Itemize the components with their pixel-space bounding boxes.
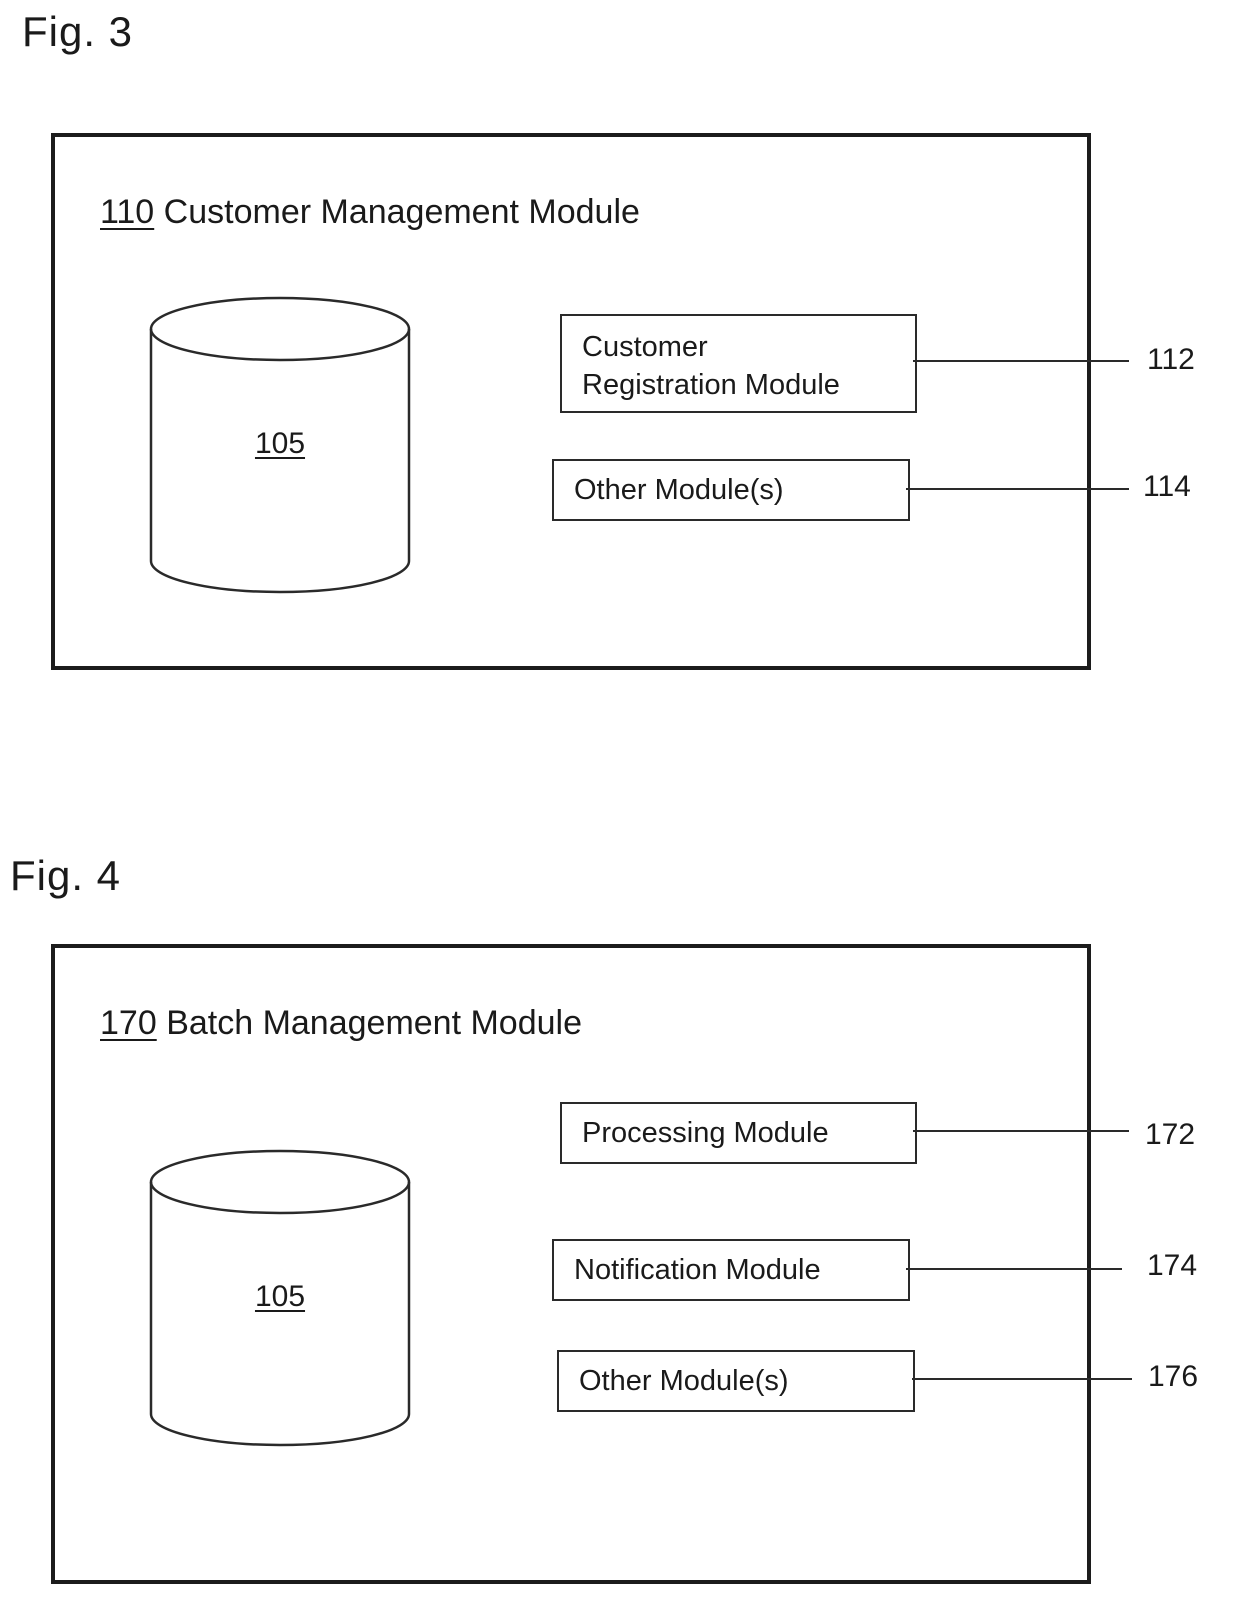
ref-number-172: 172: [1145, 1118, 1196, 1151]
database-cylinder-icon: 105: [147, 1148, 413, 1448]
batch-management-module-frame: 170 Batch Management Module 105 Processi…: [51, 944, 1091, 1584]
submodule-label: Other Module(s): [574, 474, 784, 506]
submodule-label: Notification Module: [574, 1254, 821, 1286]
database-ref-number: 105: [254, 1280, 306, 1313]
customer-management-module-frame: 110 Customer Management Module 105 Custo…: [51, 133, 1091, 670]
leader-line-172: [913, 1130, 1129, 1132]
module-ref-number: 110: [100, 193, 155, 231]
customer-management-module-title: 110 Customer Management Module: [100, 193, 640, 232]
ref-number-176: 176: [1148, 1360, 1199, 1393]
leader-line-112: [913, 360, 1129, 362]
ref-number-174: 174: [1147, 1249, 1198, 1282]
leader-line-176: [912, 1378, 1132, 1380]
module-name: Batch Management Module: [166, 1004, 582, 1042]
leader-line-174: [906, 1268, 1122, 1270]
notification-module-box: Notification Module: [552, 1239, 910, 1301]
submodule-label: Processing Module: [582, 1117, 829, 1149]
submodule-label: Other Module(s): [579, 1365, 789, 1397]
processing-module-box: Processing Module: [560, 1102, 917, 1164]
other-modules-box: Other Module(s): [557, 1350, 915, 1412]
module-ref-number: 170: [100, 1004, 157, 1042]
submodule-label-line2: Registration Module: [582, 369, 840, 401]
leader-line-114: [906, 488, 1129, 490]
database-cylinder-icon: 105: [147, 295, 413, 595]
ref-number-114: 114: [1143, 470, 1191, 503]
other-modules-box: Other Module(s): [552, 459, 910, 521]
customer-registration-module-box: Customer Registration Module: [560, 314, 917, 413]
submodule-label-line1: Customer: [582, 331, 708, 363]
figure-4-label: Fig. 4: [10, 852, 122, 899]
batch-management-module-title: 170 Batch Management Module: [100, 1004, 582, 1043]
figure-3-label: Fig. 3: [22, 8, 134, 55]
database-ref-number: 105: [254, 427, 306, 460]
module-name: Customer Management Module: [163, 193, 640, 231]
ref-number-112: 112: [1147, 343, 1195, 376]
